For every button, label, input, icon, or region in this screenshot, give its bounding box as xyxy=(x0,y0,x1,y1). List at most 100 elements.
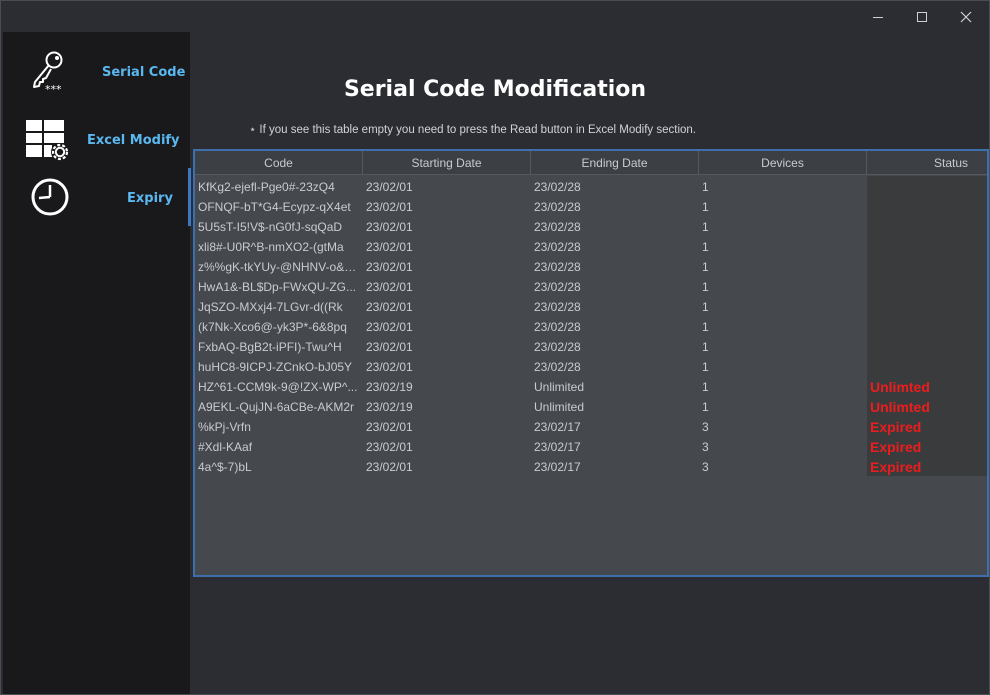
table-row[interactable]: (k7Nk-Xco6@-yk3P*-6&8pq 23/02/01 23/02/28 1 xyxy=(195,317,987,337)
cell-code: huHC8-9ICPJ-ZCnkO-bJ05Y xyxy=(198,360,353,374)
cell-devices: 1 xyxy=(702,400,709,414)
cell-status xyxy=(870,297,987,317)
table-row[interactable]: huHC8-9ICPJ-ZCnkO-bJ05Y 23/02/01 23/02/28 1 xyxy=(195,357,987,377)
cell-ending-date: 23/02/28 xyxy=(534,260,581,274)
table-row[interactable]: JqSZO-MXxj4-7LGvr-d((Rk 23/02/01 23/02/28 1 xyxy=(195,297,987,317)
cell-starting-date: 23/02/01 xyxy=(366,260,413,274)
serial-code-table[interactable]: Code Starting Date Ending Date Devices S… xyxy=(193,149,989,577)
cell-devices: 1 xyxy=(702,240,709,254)
cell-code: JqSZO-MXxj4-7LGvr-d((Rk xyxy=(198,300,343,314)
cell-devices: 1 xyxy=(702,380,709,394)
table-row[interactable]: #Xdl-KAaf 23/02/01 23/02/17 3 Expired xyxy=(195,437,987,457)
close-icon xyxy=(960,11,972,22)
cell-code: (k7Nk-Xco6@-yk3P*-6&8pq xyxy=(198,320,347,334)
cell-code: HZ^61-CCM9k-9@!ZX-WP^... xyxy=(198,380,358,394)
cell-starting-date: 23/02/01 xyxy=(366,220,413,234)
column-header-code[interactable]: Code xyxy=(195,151,363,175)
cell-status: Expired xyxy=(870,439,922,455)
title-bar xyxy=(1,1,989,32)
cell-starting-date: 23/02/01 xyxy=(366,240,413,254)
table-row[interactable]: 4a^$-7)bL 23/02/01 23/02/17 3 Expired xyxy=(195,457,987,477)
cell-starting-date: 23/02/01 xyxy=(366,440,413,454)
table-row[interactable]: HZ^61-CCM9k-9@!ZX-WP^... 23/02/19 Unlimite… xyxy=(195,377,987,397)
main-panel: Serial Code Modification ⋆ If you see th… xyxy=(191,32,989,694)
table-row[interactable]: A9EKL-QujJN-6aCBe-AKM2r 23/02/19 Unlimited… xyxy=(195,397,987,417)
column-header-status[interactable]: Status xyxy=(867,151,987,175)
cell-status: Expired xyxy=(870,419,922,435)
cell-status xyxy=(870,257,987,277)
cell-starting-date: 23/02/01 xyxy=(366,200,413,214)
cell-code: A9EKL-QujJN-6aCBe-AKM2r xyxy=(198,400,355,414)
column-header-ending-date[interactable]: Ending Date xyxy=(531,151,699,175)
column-header-devices[interactable]: Devices xyxy=(699,151,867,175)
cell-starting-date: 23/02/01 xyxy=(366,180,413,194)
cell-devices: 1 xyxy=(702,180,709,194)
cell-devices: 1 xyxy=(702,340,709,354)
column-header-starting-date[interactable]: Starting Date xyxy=(363,151,531,175)
maximize-button[interactable] xyxy=(900,1,944,32)
sidebar-item-excel-modify[interactable]: Excel Modify xyxy=(3,117,190,167)
cell-code: xli8#-U0R^B-nmXO2-(gtMa xyxy=(198,240,344,254)
cell-ending-date: 23/02/28 xyxy=(534,200,581,214)
key-icon: *** xyxy=(33,51,63,94)
cell-status xyxy=(870,237,987,257)
cell-devices: 3 xyxy=(702,420,709,434)
table-row[interactable]: xli8#-U0R^B-nmXO2-(gtMa 23/02/01 23/02/28 1 xyxy=(195,237,987,257)
cell-starting-date: 23/02/19 xyxy=(366,400,413,414)
table-row[interactable]: KfKg2-ejefl-Pge0#-23zQ4 23/02/01 23/02/28 1 xyxy=(195,177,987,197)
cell-status xyxy=(870,217,987,237)
sidebar-item-label: Serial Code xyxy=(102,65,186,80)
table-body: KfKg2-ejefl-Pge0#-23zQ4 23/02/01 23/02/28 1… xyxy=(195,177,987,477)
table-row[interactable]: FxbAQ-BgB2t-iPFI)-Twu^H 23/02/01 23/02/28 1 xyxy=(195,337,987,357)
page-title: Serial Code Modification xyxy=(343,77,647,102)
sidebar-item-serial-code[interactable]: *** Serial Code xyxy=(3,44,190,94)
table-row[interactable]: 5U5sT-I5!V$-nG0fJ-sqQaD 23/02/01 23/02/28 1 xyxy=(195,217,987,237)
table-header: Code Starting Date Ending Date Devices S… xyxy=(195,151,987,175)
cell-starting-date: 23/02/01 xyxy=(366,300,413,314)
cell-starting-date: 23/02/19 xyxy=(366,380,413,394)
cell-starting-date: 23/02/01 xyxy=(366,460,413,474)
empty-table-notice: ⋆ If you see this table empty you need t… xyxy=(249,124,697,136)
minimize-icon xyxy=(873,16,883,18)
table-row[interactable]: z%%gK-tkYUy-@NHNV-o&3... 23/02/01 23/02/28… xyxy=(195,257,987,277)
cell-status xyxy=(870,177,987,197)
sidebar: *** Serial Code Excel Modify Expiry xyxy=(3,32,190,694)
cell-starting-date: 23/02/01 xyxy=(366,340,413,354)
cell-status xyxy=(870,197,987,217)
cell-ending-date: 23/02/17 xyxy=(534,460,581,474)
cell-devices: 1 xyxy=(702,200,709,214)
cell-ending-date: 23/02/28 xyxy=(534,220,581,234)
cell-devices: 3 xyxy=(702,440,709,454)
cell-devices: 1 xyxy=(702,320,709,334)
table-row[interactable]: %kPj-Vrfn 23/02/01 23/02/17 3 Expired xyxy=(195,417,987,437)
grid-gear-icon xyxy=(26,120,69,161)
cell-code: %kPj-Vrfn xyxy=(198,420,251,434)
cell-status: Unlimted xyxy=(870,399,930,415)
cell-ending-date: 23/02/28 xyxy=(534,340,581,354)
cell-starting-date: 23/02/01 xyxy=(366,360,413,374)
table-row[interactable]: HwA1&-BL$Dp-FWxQU-ZG... 23/02/01 23/02/28 1 xyxy=(195,277,987,297)
maximize-icon xyxy=(917,11,927,22)
cell-status xyxy=(870,337,987,357)
svg-text:***: *** xyxy=(45,83,62,94)
cell-ending-date: 23/02/28 xyxy=(534,180,581,194)
cell-code: #Xdl-KAaf xyxy=(198,440,253,454)
app-window: *** Serial Code Excel Modify Expiry Seri… xyxy=(0,0,990,695)
cell-ending-date: Unlimited xyxy=(534,380,585,394)
cell-ending-date: 23/02/17 xyxy=(534,440,581,454)
cell-devices: 1 xyxy=(702,260,709,274)
minimize-button[interactable] xyxy=(856,1,900,32)
cell-ending-date: 23/02/28 xyxy=(534,240,581,254)
cell-ending-date: 23/02/28 xyxy=(534,300,581,314)
cell-code: FxbAQ-BgB2t-iPFI)-Twu^H xyxy=(198,340,342,354)
cell-code: 5U5sT-I5!V$-nG0fJ-sqQaD xyxy=(198,220,343,234)
cell-code: HwA1&-BL$Dp-FWxQU-ZG... xyxy=(198,280,357,294)
cell-status xyxy=(870,357,987,377)
cell-code: z%%gK-tkYUy-@NHNV-o&3... xyxy=(198,260,360,274)
sidebar-item-expiry[interactable]: Expiry xyxy=(3,173,190,223)
cell-ending-date: 23/02/28 xyxy=(534,320,581,334)
cell-code: OFNQF-bT*G4-Ecypz-qX4et xyxy=(198,200,351,214)
table-row[interactable]: OFNQF-bT*G4-Ecypz-qX4et 23/02/01 23/02/28 1 xyxy=(195,197,987,217)
cell-ending-date: 23/02/28 xyxy=(534,360,581,374)
close-button[interactable] xyxy=(944,1,988,32)
